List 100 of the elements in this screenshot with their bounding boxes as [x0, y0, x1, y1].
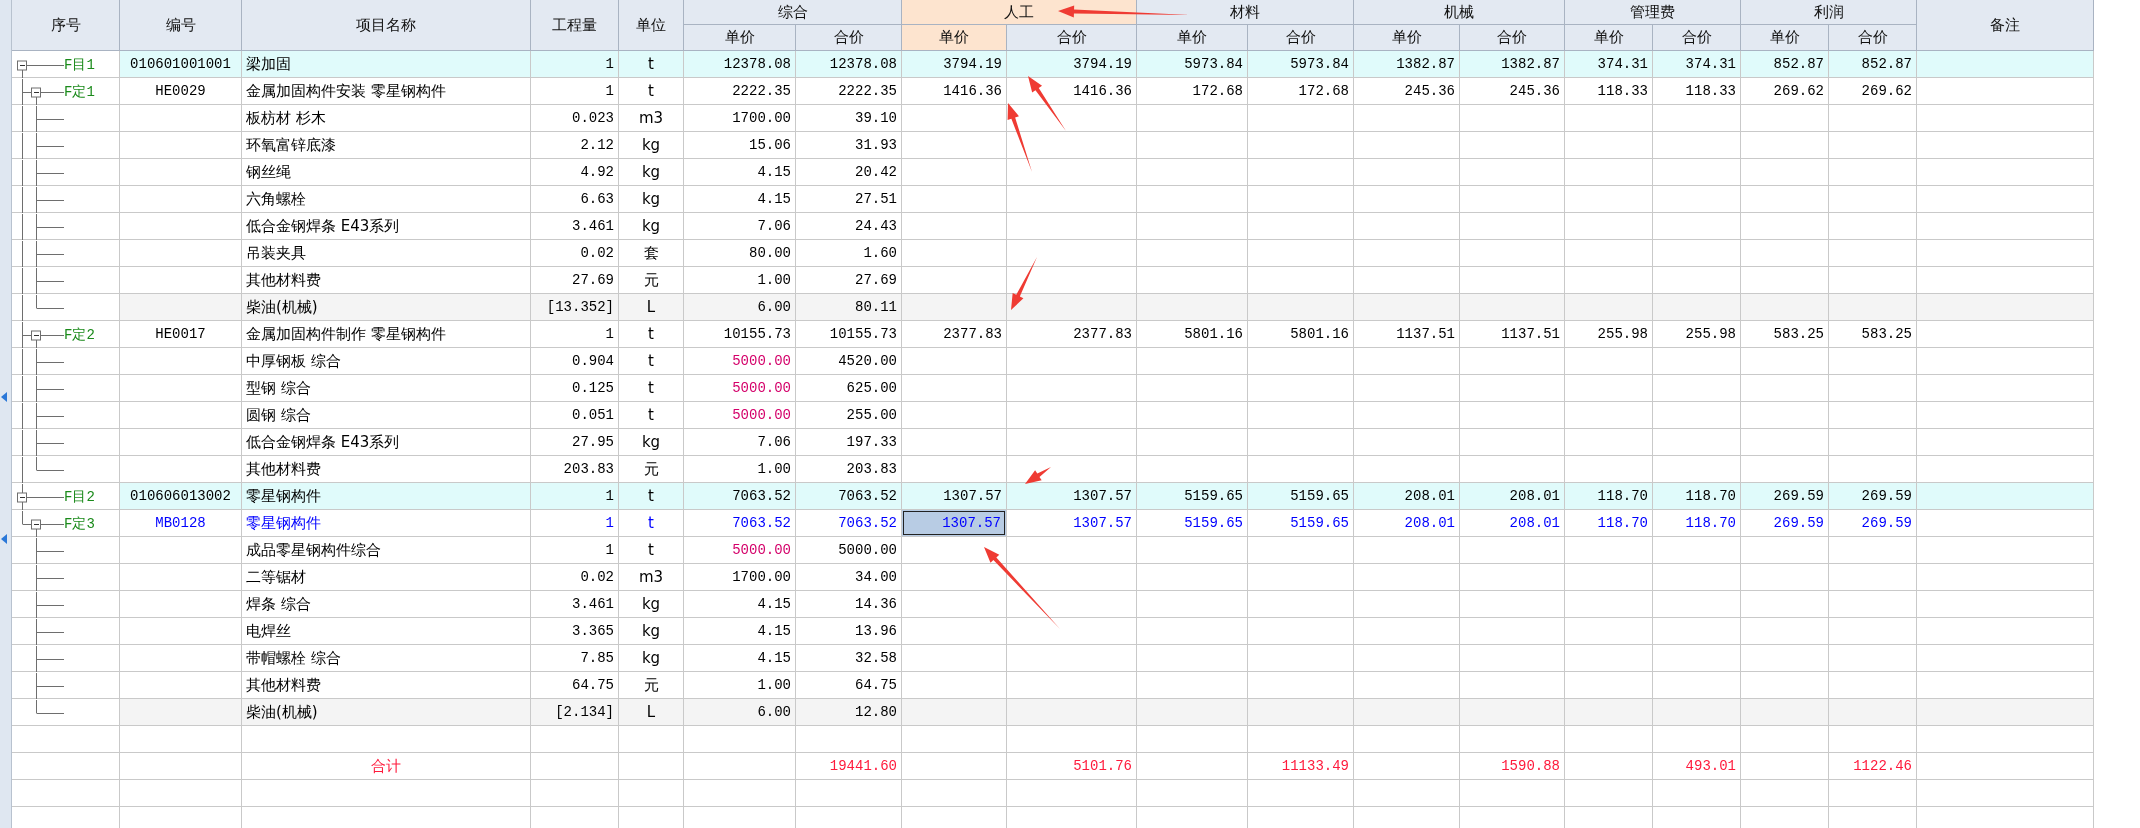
column-header[interactable]: 合价	[796, 25, 902, 51]
table-cell-text: 80.00	[748, 244, 792, 263]
table-cell-text: 0.051	[571, 406, 615, 425]
column-header[interactable]: 合价	[1007, 25, 1137, 51]
table-cell-text: 245.36	[1508, 82, 1561, 101]
column-header[interactable]: 单价	[1565, 25, 1653, 51]
table-cell-text: 255.98	[1596, 325, 1649, 344]
table-cell-text: t	[647, 351, 655, 372]
table-cell-text: 带帽螺栓 综合	[245, 647, 342, 669]
column-group-header: 管理费	[1565, 0, 1741, 25]
table-cell-text: kg	[640, 162, 662, 183]
tree-connector	[22, 240, 64, 267]
total-value: 493.01	[1684, 757, 1737, 776]
table-cell-text: 1.00	[756, 676, 792, 695]
table-cell-text: [13.352]	[545, 298, 615, 317]
table-cell-text: 269.59	[1772, 487, 1825, 506]
total-label: 合计	[370, 755, 402, 777]
collapse-icon[interactable]	[31, 519, 41, 529]
table-cell-text: 5159.65	[1183, 487, 1244, 506]
table-cell-text: 0.023	[571, 109, 615, 128]
column-header[interactable]: 合价	[1460, 25, 1565, 51]
table-cell-text: 1700.00	[731, 568, 792, 587]
splitter-arrow-icon[interactable]	[1, 392, 7, 402]
column-header[interactable]: 单价	[684, 25, 796, 51]
row-label: F目2	[64, 487, 95, 506]
table-cell-text: 27.95	[571, 433, 615, 452]
table-cell-text: 4.15	[756, 163, 792, 182]
table-cell-text: 电焊丝	[245, 620, 292, 642]
table-cell-text: 5000.00	[731, 541, 792, 560]
table-cell-text: 5973.84	[1183, 55, 1244, 74]
table-cell-text: 269.59	[1860, 487, 1913, 506]
table-cell-text: t	[647, 486, 655, 507]
tree-connector	[22, 429, 64, 456]
table-cell-text: L	[645, 297, 657, 318]
table-cell-text: 7063.52	[837, 487, 898, 506]
table-cell-text: 其他材料费	[245, 674, 322, 696]
tree-connector	[22, 456, 64, 483]
table-cell-text: L	[645, 702, 657, 723]
table-cell-text: 010606013002	[129, 487, 232, 506]
table-cell-text: 0.125	[571, 379, 615, 398]
table-cell-text: MB0128	[154, 514, 207, 533]
column-header[interactable]: 单价	[902, 25, 1007, 51]
table-cell-text: 4.15	[756, 622, 792, 641]
table-cell-text: 柴油(机械)	[245, 296, 319, 318]
table-cell-text: 7063.52	[837, 514, 898, 533]
column-header[interactable]: 单位	[619, 0, 684, 51]
splitter-arrow-icon[interactable]	[1, 534, 7, 544]
table-cell-text: 环氧富锌底漆	[245, 134, 337, 156]
collapse-icon[interactable]	[17, 60, 27, 70]
table-cell-text: 625.00	[845, 379, 898, 398]
column-header[interactable]: 项目名称	[242, 0, 531, 51]
table-cell-text: 4.15	[756, 595, 792, 614]
table-cell-text: 3794.19	[942, 55, 1003, 74]
table-cell-text: 7.85	[579, 649, 615, 668]
column-group-header: 人工	[902, 0, 1137, 25]
column-header[interactable]: 编号	[120, 0, 242, 51]
column-header[interactable]: 单价	[1741, 25, 1829, 51]
column-header[interactable]: 备注	[1917, 0, 2094, 51]
table-cell-text: 1	[604, 487, 615, 506]
table-cell-text: 1382.87	[1500, 55, 1561, 74]
table-cell-text: 5801.16	[1289, 325, 1350, 344]
collapse-icon[interactable]	[31, 330, 41, 340]
table-cell-text: 172.68	[1191, 82, 1244, 101]
collapse-icon[interactable]	[31, 87, 41, 97]
table-cell-text: 圆钢 综合	[245, 404, 312, 426]
table-cell-text: 269.59	[1860, 514, 1913, 533]
table-cell-text: 269.62	[1860, 82, 1913, 101]
table-cell-text: 172.68	[1297, 82, 1350, 101]
table-cell-text: 1.60	[862, 244, 898, 263]
column-header[interactable]: 单价	[1137, 25, 1248, 51]
tree-connector	[22, 159, 64, 186]
table-cell-text: kg	[640, 216, 662, 237]
column-header[interactable]: 合价	[1653, 25, 1741, 51]
table-cell-text: 5000.00	[731, 379, 792, 398]
column-header[interactable]: 单价	[1354, 25, 1460, 51]
table-cell-text: 柴油(机械)	[245, 701, 319, 723]
table-cell-text: 197.33	[845, 433, 898, 452]
table-cell-text: 1	[604, 82, 615, 101]
selected-cell[interactable]: 1307.57	[902, 510, 1006, 536]
table-cell-text: 7.06	[756, 217, 792, 236]
column-header[interactable]: 合价	[1248, 25, 1354, 51]
table-cell-text: 3794.19	[1072, 55, 1133, 74]
column-header[interactable]: 序号	[12, 0, 120, 51]
table-cell-text: 2222.35	[837, 82, 898, 101]
table-cell-text: t	[647, 324, 655, 345]
table-cell-text: 套	[642, 242, 660, 264]
table-cell-text: 1	[604, 514, 615, 533]
table-cell-text: m3	[637, 567, 665, 588]
table-cell-text: 6.00	[756, 703, 792, 722]
collapse-icon[interactable]	[17, 492, 27, 502]
table-cell-text: 118.70	[1596, 487, 1649, 506]
tree-connector	[22, 105, 64, 132]
column-header[interactable]: 工程量	[531, 0, 619, 51]
table-cell-text: 6.63	[579, 190, 615, 209]
column-header[interactable]: 合价	[1829, 25, 1917, 51]
row-label: F目1	[64, 55, 95, 74]
table-cell-text: 27.69	[854, 271, 898, 290]
table-cell-text: 5159.65	[1183, 514, 1244, 533]
table-cell-text: 269.59	[1772, 514, 1825, 533]
table-cell-text: 245.36	[1403, 82, 1456, 101]
